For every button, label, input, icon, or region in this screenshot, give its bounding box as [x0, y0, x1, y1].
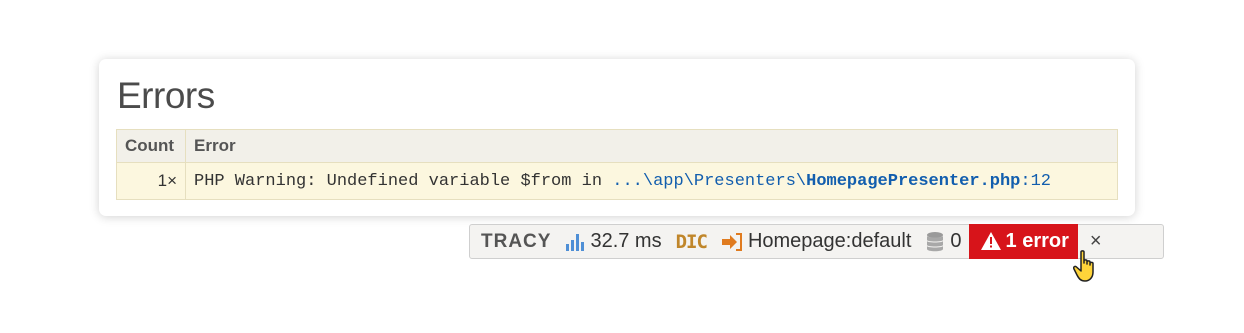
table-row: 1× PHP Warning: Undefined variable $from…	[116, 162, 1118, 200]
table-header-row: Count Error	[116, 129, 1118, 163]
presenter-name: Homepage:default	[747, 230, 912, 252]
dic-panel-tab[interactable]: DIC	[669, 225, 714, 258]
errors-table: Count Error 1× PHP Warning: Undefined va…	[116, 129, 1118, 200]
tracy-logo[interactable]: TRACY	[470, 225, 558, 258]
query-count: 0	[950, 230, 962, 252]
bar-chart-icon	[565, 232, 585, 252]
column-header-count: Count	[116, 129, 186, 163]
tracy-debug-bar: TRACY 32.7 ms DIC Homepage:default 0 1 e…	[469, 223, 1164, 259]
routing-panel-tab[interactable]: Homepage:default	[714, 225, 918, 258]
warning-triangle-icon	[980, 232, 1001, 250]
file-name: HomepagePresenter.php	[806, 171, 1021, 191]
file-path-prefix: ...\app\Presenters\	[612, 171, 807, 191]
error-message: PHP Warning: Undefined variable $from in	[194, 171, 613, 191]
file-line: :12	[1020, 171, 1051, 191]
errors-count-label: 1 error	[1005, 229, 1069, 252]
database-panel-tab[interactable]: 0	[918, 225, 968, 258]
error-file-link[interactable]: ...\app\Presenters\HomepagePresenter.php…	[612, 172, 1051, 191]
errors-panel-title: Errors	[117, 75, 215, 116]
column-header-error: Error	[185, 129, 1118, 163]
sign-in-arrow-icon	[721, 232, 743, 252]
error-message-cell: PHP Warning: Undefined variable $from in…	[185, 162, 1118, 200]
dic-icon: DIC	[675, 230, 708, 253]
timer-panel-tab[interactable]: 32.7 ms	[558, 225, 668, 258]
errors-panel-tab[interactable]: 1 error	[968, 223, 1078, 259]
execution-time: 32.7 ms	[590, 230, 662, 252]
database-icon	[925, 231, 945, 253]
errors-panel: Errors Count Error 1× PHP Warning: Undef…	[99, 59, 1135, 216]
hand-cursor-icon	[1073, 250, 1101, 289]
error-count: 1×	[116, 162, 186, 200]
